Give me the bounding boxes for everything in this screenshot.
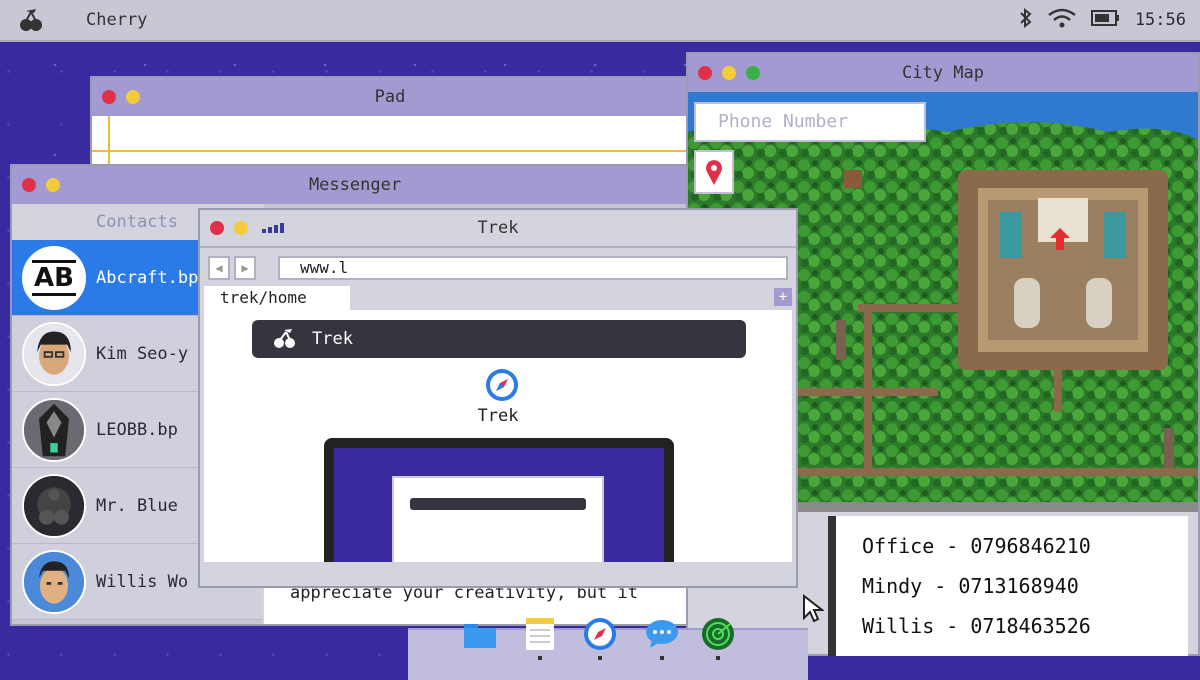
bluetooth-icon[interactable] <box>1019 7 1033 33</box>
radar-icon <box>702 618 734 650</box>
dock-item-trek[interactable] <box>580 616 620 664</box>
tab-trek-home[interactable]: trek/home <box>204 286 350 310</box>
trek-header-label: Trek <box>312 329 353 349</box>
dock-item-radar[interactable] <box>698 616 738 664</box>
menu-bar: Cherry 15:56 <box>0 0 1200 42</box>
trek-app-label: Trek <box>477 406 519 426</box>
avatar <box>22 321 86 386</box>
phone-entry[interactable]: Mindy - 0713168940 <box>862 566 1188 606</box>
maximize-button[interactable] <box>746 66 760 80</box>
phone-entry[interactable]: Willis - 0718463526 <box>862 606 1188 646</box>
compass-icon[interactable] <box>485 368 519 402</box>
phone-entry[interactable]: Office - 0796846210 <box>862 526 1188 566</box>
url-input[interactable]: www.l <box>278 256 788 280</box>
avatar <box>22 473 86 538</box>
cherry-logo-icon[interactable] <box>14 5 48 35</box>
window-title: Trek <box>477 218 519 238</box>
minimize-button[interactable] <box>46 178 60 192</box>
avatar <box>22 549 86 614</box>
window-title: City Map <box>902 63 984 83</box>
phone-directory: Office - 0796846210 Mindy - 0713168940 W… <box>828 516 1188 656</box>
browser-status-bar <box>200 562 796 586</box>
app-name[interactable]: Cherry <box>86 10 147 30</box>
location-pin-icon[interactable] <box>694 150 734 194</box>
dock-item-folder[interactable] <box>460 616 500 664</box>
contact-name: Willis Wo <box>96 571 189 592</box>
back-button[interactable]: ◀ <box>208 256 230 280</box>
chat-icon <box>646 620 678 648</box>
close-button[interactable] <box>210 221 224 235</box>
mouse-cursor-icon <box>803 594 824 623</box>
avatar: AB <box>22 245 86 310</box>
window-title: Pad <box>374 87 406 107</box>
forward-button[interactable]: ▶ <box>234 256 256 280</box>
close-button[interactable] <box>698 66 712 80</box>
contact-name: Kim Seo-y <box>96 343 189 364</box>
close-button[interactable] <box>22 178 36 192</box>
dock-item-notes[interactable] <box>520 616 560 664</box>
contact-name: LEOBB.bp <box>96 419 178 440</box>
wifi-icon[interactable] <box>1047 7 1077 34</box>
new-tab-button[interactable]: + <box>774 288 792 306</box>
phone-number-input[interactable]: Phone Number <box>694 102 926 142</box>
contact-name: Abcraft.bp <box>96 267 199 288</box>
battery-icon[interactable] <box>1090 9 1121 32</box>
cherry-logo-icon <box>274 329 295 348</box>
notes-icon <box>526 618 554 650</box>
trek-header-bar[interactable]: Trek <box>252 320 746 358</box>
messenger-titlebar[interactable]: Messenger <box>12 166 698 204</box>
signal-icon <box>262 223 284 233</box>
trek-browser-window[interactable]: Trek ◀ ▶ www.l trek/home + Trek Trek <box>198 208 798 588</box>
minimize-button[interactable] <box>234 221 248 235</box>
laptop-illustration <box>324 438 674 562</box>
dock-item-messenger[interactable] <box>642 616 682 664</box>
city-map-titlebar[interactable]: City Map <box>688 54 1198 92</box>
contact-name: Mr. Blue <box>96 495 178 516</box>
browser-nav: ◀ ▶ www.l <box>208 256 788 280</box>
dock <box>408 618 808 680</box>
web-page[interactable]: Trek Trek <box>204 310 792 562</box>
window-title: Messenger <box>308 175 402 195</box>
clock-time: 15:56 <box>1134 10 1186 30</box>
avatar <box>22 397 86 462</box>
pad-titlebar[interactable]: Pad <box>92 78 688 116</box>
compass-icon <box>584 618 616 650</box>
minimize-button[interactable] <box>722 66 736 80</box>
tab-row: trek/home + <box>200 286 796 310</box>
minimize-button[interactable] <box>126 90 140 104</box>
folder-icon <box>464 624 496 648</box>
close-button[interactable] <box>102 90 116 104</box>
trek-titlebar[interactable]: Trek <box>200 210 796 248</box>
